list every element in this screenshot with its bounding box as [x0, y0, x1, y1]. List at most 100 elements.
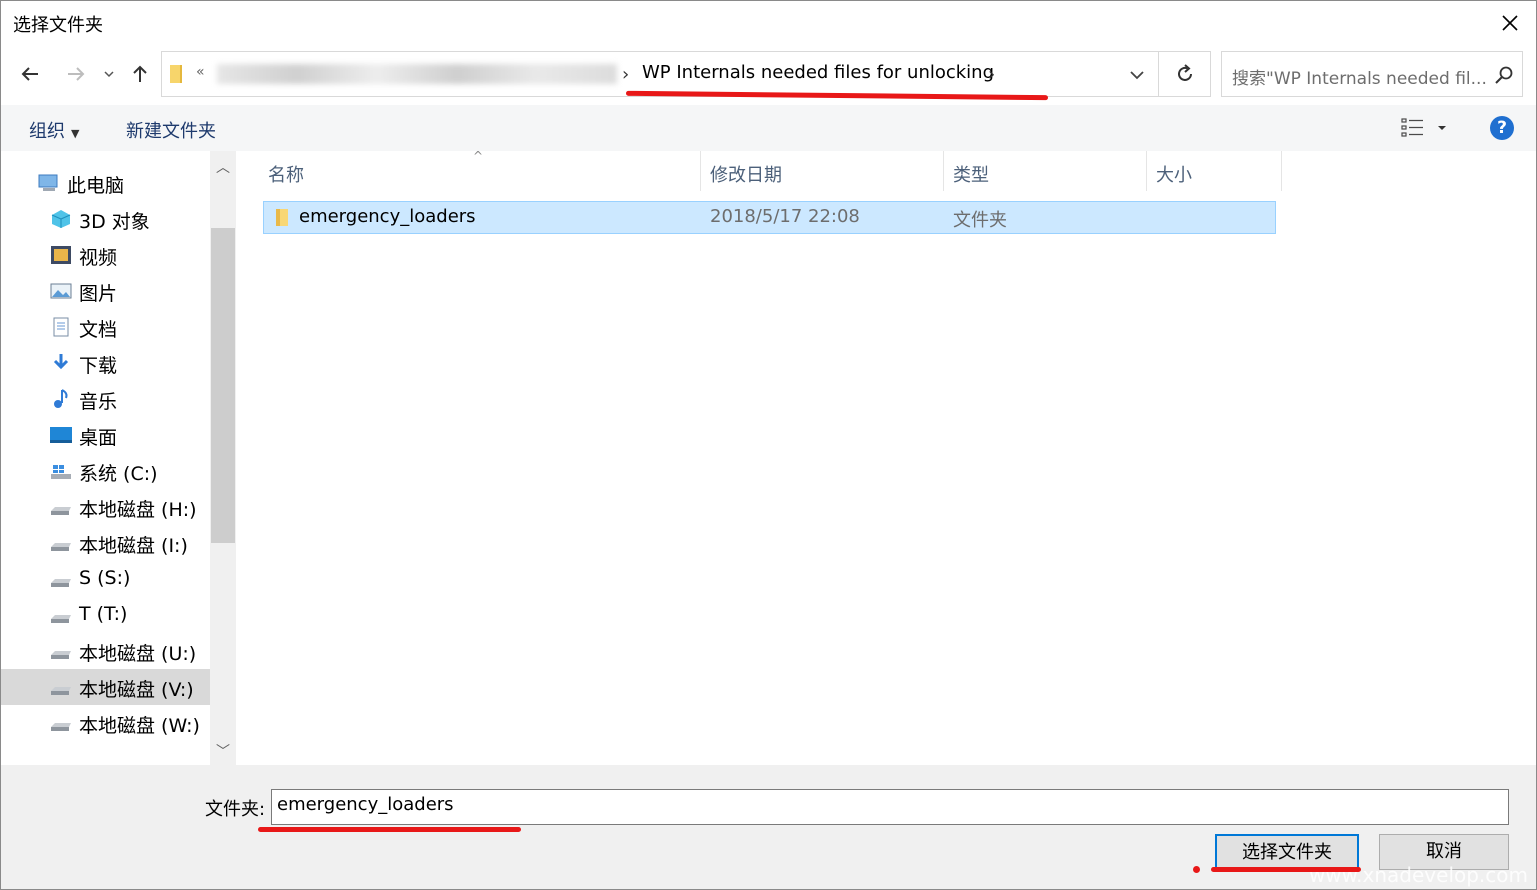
column-header-size[interactable]: 大小 [1156, 161, 1192, 187]
address-overflow-chevron[interactable]: « [196, 64, 205, 80]
chevron-down-icon [104, 71, 114, 78]
sidebar-item-label: S (S:) [79, 567, 131, 589]
breadcrumb-separator[interactable]: › [988, 64, 995, 85]
organize-menu[interactable]: 组织 ▼ [29, 117, 79, 143]
search-placeholder: 搜索"WP Internals needed fil... [1232, 69, 1487, 89]
command-toolbar: 组织 ▼ 新建文件夹 ? [1, 105, 1536, 151]
navigation-pane: 此电脑 3D 对象视频图片文档下载音乐 桌面系统 (C:) 本地磁盘 (H:) 本地磁盘… [1, 151, 237, 765]
file-type: 文件夹 [953, 210, 1007, 231]
column-header-type[interactable]: 类型 [953, 161, 989, 187]
title-bar: 选择文件夹 [1, 1, 1536, 45]
sidebar-item[interactable]: T (T:) [1, 597, 210, 633]
annotation-underline [258, 827, 521, 832]
folder-icon [276, 209, 288, 226]
column-divider[interactable] [943, 151, 944, 191]
dropdown-arrow-icon: ▼ [71, 127, 80, 140]
system-drive-icon [49, 461, 73, 481]
new-folder-button[interactable]: 新建文件夹 [126, 117, 216, 143]
sidebar-item-label: 本地磁盘 (U:) [79, 643, 197, 665]
annotation-dot [1193, 866, 1200, 873]
up-arrow-icon [133, 65, 147, 82]
window-title: 选择文件夹 [13, 15, 103, 36]
music-icon [49, 389, 73, 409]
annotation-underline [1211, 867, 1361, 872]
column-divider[interactable] [700, 151, 701, 191]
search-icon[interactable] [1494, 65, 1514, 85]
redacted-path [217, 64, 617, 84]
sidebar-item-label: 本地磁盘 (I:) [79, 535, 188, 557]
drive-icon [49, 641, 73, 661]
scroll-up-arrow-icon[interactable]: ︿ [214, 157, 232, 176]
refresh-button[interactable] [1159, 51, 1211, 97]
sidebar-item[interactable]: 本地磁盘 (U:) [1, 633, 210, 669]
sidebar-item[interactable]: 下载 [1, 345, 210, 381]
sidebar-item[interactable]: 文档 [1, 309, 210, 345]
column-header-modified[interactable]: 修改日期 [710, 161, 782, 187]
sort-ascending-icon: ^ [473, 149, 484, 163]
desktop-icon [49, 425, 73, 445]
file-name: emergency_loaders [299, 206, 476, 227]
sidebar-item[interactable]: 此电脑 [1, 165, 210, 201]
sidebar-item-label: T (T:) [79, 603, 128, 625]
3d-objects-icon [49, 209, 73, 229]
help-button[interactable]: ? [1490, 116, 1514, 140]
sidebar-item-label: 本地磁盘 (W:) [79, 715, 200, 737]
refresh-icon [1177, 64, 1192, 81]
view-options-button[interactable] [1399, 115, 1459, 141]
sidebar-item[interactable]: 图片 [1, 273, 210, 309]
nav-scrollbar[interactable]: ︿ ﹀ [210, 151, 236, 765]
sidebar-item-label: 本地磁盘 (V:) [79, 679, 194, 701]
table-row[interactable]: emergency_loaders 2018/5/17 22:08 文件夹 [263, 201, 1276, 234]
downloads-icon [49, 353, 73, 373]
computer-icon [37, 173, 61, 193]
sidebar-item-label: 此电脑 [67, 175, 125, 197]
sidebar-item[interactable]: 系统 (C:) [1, 453, 210, 489]
sidebar-item-label: 下载 [79, 355, 118, 377]
organize-label: 组织 [29, 121, 65, 142]
sidebar-item-label: 3D 对象 [79, 211, 150, 233]
drive-icon [49, 605, 73, 625]
sidebar-item-label: 本地磁盘 (H:) [79, 499, 197, 521]
sidebar-item[interactable]: 3D 对象 [1, 201, 210, 237]
forward-button[interactable] [61, 59, 91, 89]
sidebar-item-label: 系统 (C:) [79, 463, 158, 485]
sidebar-item[interactable]: 本地磁盘 (H:) [1, 489, 210, 525]
file-list: ^ 名称 修改日期 类型 大小 emergency_loaders 2018/5… [238, 149, 1536, 765]
sidebar-item[interactable]: 本地磁盘 (I:) [1, 525, 210, 561]
back-button[interactable] [15, 59, 45, 89]
column-divider[interactable] [1146, 151, 1147, 191]
up-button[interactable] [125, 59, 155, 89]
sidebar-item-label: 文档 [79, 319, 118, 341]
drive-icon [49, 497, 73, 517]
breadcrumb-separator[interactable]: › [622, 64, 629, 85]
column-header-name[interactable]: 名称 [268, 161, 304, 187]
drive-icon [49, 569, 73, 589]
sidebar-item-label: 图片 [79, 283, 118, 305]
drive-icon [49, 713, 73, 733]
search-box[interactable]: 搜索"WP Internals needed fil... [1221, 51, 1523, 97]
forward-arrow-icon [68, 67, 85, 81]
close-button[interactable] [1496, 9, 1524, 37]
breadcrumb-current-folder[interactable]: WP Internals needed files for unlocking [642, 62, 994, 83]
sidebar-item-label: 视频 [79, 247, 118, 269]
documents-icon [49, 317, 73, 337]
sidebar-item[interactable]: 本地磁盘 (W:) [1, 705, 210, 741]
pictures-icon [49, 281, 73, 301]
address-bar[interactable]: « › WP Internals needed files for unlock… [161, 51, 1159, 97]
scroll-down-arrow-icon[interactable]: ﹀ [214, 741, 232, 760]
close-icon [1502, 15, 1518, 31]
sidebar-item[interactable]: S (S:) [1, 561, 210, 597]
sidebar-item[interactable]: 本地磁盘 (V:) [1, 669, 210, 705]
folder-icon [170, 65, 182, 83]
sidebar-item[interactable]: 视频 [1, 237, 210, 273]
scroll-thumb[interactable] [211, 228, 235, 543]
file-modified: 2018/5/17 22:08 [710, 206, 860, 227]
folder-name-input[interactable]: emergency_loaders [271, 789, 1509, 825]
column-divider[interactable] [1281, 151, 1282, 191]
recent-locations-button[interactable] [97, 59, 121, 89]
sidebar-item[interactable]: 音乐 [1, 381, 210, 417]
video-icon [49, 245, 73, 265]
address-history-dropdown[interactable] [1122, 64, 1152, 86]
chevron-down-icon [1130, 71, 1144, 80]
sidebar-item[interactable]: 桌面 [1, 417, 210, 453]
